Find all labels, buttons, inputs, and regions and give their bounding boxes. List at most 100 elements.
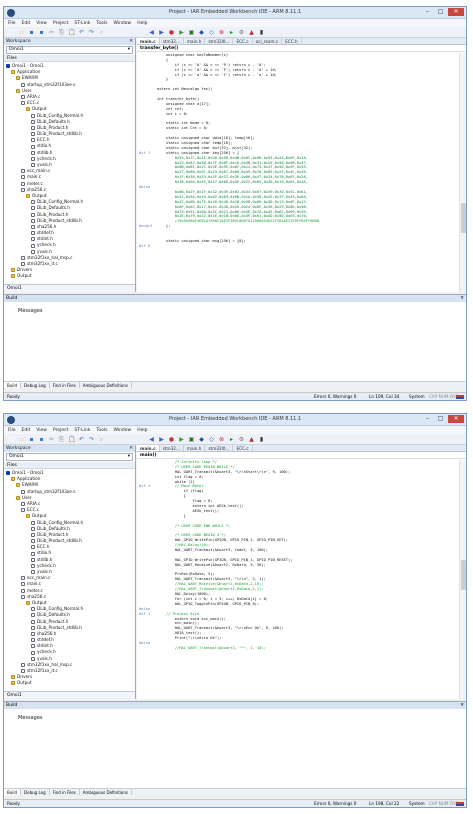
close-button[interactable]: ✕ — [448, 8, 464, 16]
editor-scrollbar[interactable] — [459, 460, 466, 699]
menu-project[interactable]: Project — [53, 21, 68, 26]
copy-icon[interactable]: ⎘ — [58, 29, 65, 36]
editor-tab[interactable]: main.h — [184, 445, 206, 451]
minimize-button[interactable]: – — [422, 8, 433, 16]
new-file-icon[interactable]: □ — [8, 436, 15, 443]
output-tab[interactable]: Ambiguous Definitions — [80, 382, 132, 388]
copy-icon[interactable]: ⎘ — [58, 436, 65, 443]
menu-project[interactable]: Project — [53, 428, 68, 433]
menu-file[interactable]: File — [8, 428, 16, 433]
redo-icon[interactable]: ↷ — [88, 29, 95, 36]
output-tab[interactable]: Find in Files — [50, 789, 80, 795]
find-icon[interactable]: ⌕ — [98, 436, 105, 443]
code-editor[interactable]: /* Infinite loop */ /* USER CODE BEGIN W… — [137, 460, 459, 699]
menu-tools[interactable]: Tools — [96, 21, 107, 26]
close-button[interactable]: ✕ — [448, 415, 464, 423]
menu-help[interactable]: Help — [137, 21, 147, 26]
halt-icon[interactable]: ▮ — [258, 29, 265, 36]
maximize-button[interactable]: □ — [435, 415, 446, 423]
menu-file[interactable]: File — [8, 21, 16, 26]
save-all-icon[interactable]: ▪ — [38, 29, 45, 36]
navigate-forward-icon[interactable]: ▶ — [158, 436, 165, 443]
debug-icon[interactable]: ◆ — [198, 29, 205, 36]
menu-stlink[interactable]: ST-Link — [74, 21, 90, 26]
close-icon[interactable]: ✕ — [129, 38, 133, 45]
save-icon[interactable]: ▪ — [28, 29, 35, 36]
make-icon[interactable]: ▶ — [178, 29, 185, 36]
output-tab[interactable]: Debug Log — [21, 789, 50, 795]
breakpoint-icon[interactable]: ● — [168, 29, 175, 36]
menu-tools[interactable]: Tools — [96, 428, 107, 433]
editor-scrollbar[interactable] — [459, 53, 466, 292]
cut-icon[interactable]: ✂ — [48, 29, 55, 36]
menu-window[interactable]: Window — [113, 428, 131, 433]
editor-tab[interactable]: stm32l0... — [205, 38, 234, 44]
open-folder-icon[interactable]: ▭ — [18, 436, 25, 443]
workspace-tab[interactable]: Omoi1 — [4, 284, 135, 292]
compile-icon[interactable]: ▣ — [188, 436, 195, 443]
halt-icon[interactable]: ▮ — [258, 436, 265, 443]
breakpoint-icon[interactable]: ● — [168, 436, 175, 443]
debug-icon[interactable]: ◆ — [198, 436, 205, 443]
close-icon[interactable]: ✕ — [460, 295, 464, 302]
new-file-icon[interactable]: □ — [8, 29, 15, 36]
paste-icon[interactable]: 📋 — [68, 29, 75, 36]
editor-tab[interactable]: stm32l0... — [205, 445, 234, 451]
menu-window[interactable]: Window — [113, 21, 131, 26]
workspace-config-select[interactable]: Omoi1 — [6, 46, 133, 54]
cut-icon[interactable]: ✂ — [48, 436, 55, 443]
output-tab[interactable]: Build — [4, 789, 22, 795]
editor-tab[interactable]: ECC.c — [233, 38, 253, 44]
compile-icon[interactable]: ▣ — [188, 29, 195, 36]
run-icon[interactable]: ▸ — [228, 29, 235, 36]
menu-edit[interactable]: Edit — [22, 428, 31, 433]
stop-build-icon[interactable]: ⊗ — [218, 29, 225, 36]
menu-view[interactable]: View — [36, 428, 47, 433]
maximize-button[interactable]: □ — [435, 8, 446, 16]
editor-tab[interactable]: main.h — [184, 38, 206, 44]
debug-no-download-icon[interactable]: ◇ — [208, 29, 215, 36]
debug-no-download-icon[interactable]: ◇ — [208, 436, 215, 443]
editor-tab[interactable]: main.c — [137, 38, 160, 44]
close-icon[interactable]: ✕ — [129, 445, 133, 452]
find-icon[interactable]: ⌕ — [98, 29, 105, 36]
editor-tab[interactable]: oci_ream.c — [253, 38, 283, 44]
stop-build-icon[interactable]: ⊗ — [218, 436, 225, 443]
workspace-tab[interactable]: Omoi1 — [4, 691, 135, 699]
editor-tab[interactable]: ECC.h — [282, 38, 302, 44]
close-icon[interactable]: ✕ — [460, 702, 464, 709]
editor-tab[interactable]: stm32... — [160, 445, 184, 451]
save-all-icon[interactable]: ▪ — [38, 436, 45, 443]
output-tab[interactable]: Ambiguous Definitions — [80, 789, 132, 795]
run-icon[interactable]: ▸ — [228, 436, 235, 443]
menu-edit[interactable]: Edit — [22, 21, 31, 26]
options-icon[interactable]: ⚙ — [238, 29, 245, 36]
minimize-button[interactable]: – — [422, 415, 433, 423]
function-dropdown[interactable]: main() — [137, 452, 466, 459]
output-tab[interactable]: Build — [4, 382, 22, 388]
redo-icon[interactable]: ↷ — [88, 436, 95, 443]
scrollbar-thumb[interactable] — [461, 560, 466, 590]
options-icon[interactable]: ⚙ — [238, 436, 245, 443]
tree-group-item[interactable]: Output — [6, 680, 135, 686]
undo-icon[interactable]: ↶ — [78, 29, 85, 36]
scrollbar-thumb[interactable] — [461, 203, 466, 233]
menu-view[interactable]: View — [36, 21, 47, 26]
tree-group-item[interactable]: Output — [6, 273, 135, 279]
menu-stlink[interactable]: ST-Link — [74, 428, 90, 433]
editor-tab[interactable]: stm32... — [160, 38, 184, 44]
workspace-config-select[interactable]: Omoi1 — [6, 453, 133, 461]
download-icon[interactable]: ▲ — [248, 436, 255, 443]
code-editor[interactable]: unsigned char hexToNumber(c) { if (c >= … — [137, 53, 459, 292]
output-tab[interactable]: Debug Log — [21, 382, 50, 388]
editor-tab[interactable]: ECC.c — [233, 445, 253, 451]
paste-icon[interactable]: 📋 — [68, 436, 75, 443]
save-icon[interactable]: ▪ — [28, 436, 35, 443]
function-dropdown[interactable]: transfer_byte() — [137, 45, 466, 52]
navigate-back-icon[interactable]: ◀ — [148, 436, 155, 443]
download-icon[interactable]: ▲ — [248, 29, 255, 36]
open-folder-icon[interactable]: ▭ — [18, 29, 25, 36]
navigate-back-icon[interactable]: ◀ — [148, 29, 155, 36]
editor-tab[interactable]: main.c — [137, 445, 160, 451]
output-tab[interactable]: Find in Files — [50, 382, 80, 388]
